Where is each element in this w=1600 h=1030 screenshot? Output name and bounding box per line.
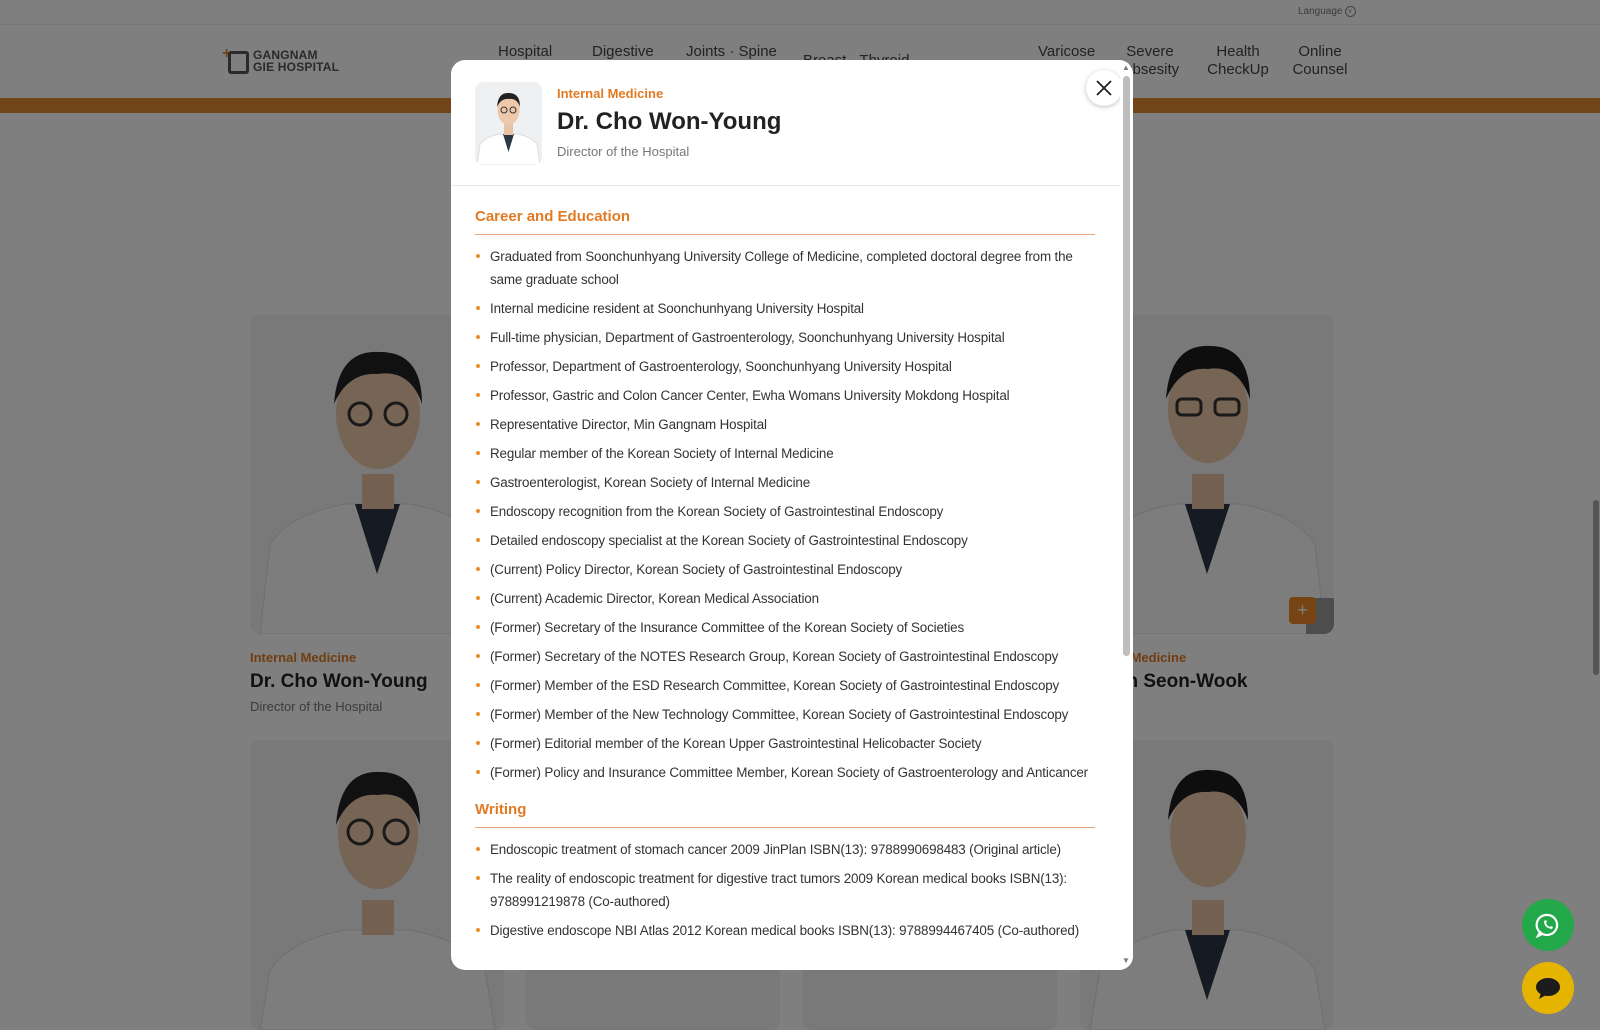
modal-doctor-name: Dr. Cho Won-Young xyxy=(557,108,782,135)
doctor-profile-modal: Internal Medicine Dr. Cho Won-Young Dire… xyxy=(451,60,1133,970)
whatsapp-button[interactable] xyxy=(1522,899,1574,951)
list-item: (Former) Editorial member of the Korean … xyxy=(475,732,1095,755)
list-item: Endoscopy recognition from the Korean So… xyxy=(475,500,1095,523)
close-icon xyxy=(1096,80,1112,96)
list-item: (Former) Member of the New Technology Co… xyxy=(475,703,1095,726)
whatsapp-icon xyxy=(1535,913,1559,938)
page-scrollbar[interactable] xyxy=(1593,500,1599,675)
list-item: Digestive endoscope NBI Atlas 2012 Korea… xyxy=(475,919,1095,942)
modal-scrollbar-thumb[interactable] xyxy=(1123,76,1130,656)
list-item: (Current) Policy Director, Korean Societ… xyxy=(475,558,1095,581)
list-item: Professor, Department of Gastroenterolog… xyxy=(475,355,1095,378)
scroll-up-arrow-icon[interactable]: ▲ xyxy=(1122,63,1130,72)
close-button[interactable] xyxy=(1086,70,1122,106)
list-item: Regular member of the Korean Society of … xyxy=(475,442,1095,465)
list-item: Graduated from Soonchunhyang University … xyxy=(475,245,1095,291)
writing-list: Endoscopic treatment of stomach cancer 2… xyxy=(475,838,1095,942)
list-item: The reality of endoscopic treatment for … xyxy=(475,867,1095,913)
doctor-thumbnail xyxy=(475,82,542,165)
list-item: Gastroenterologist, Korean Society of In… xyxy=(475,471,1095,494)
modal-department: Internal Medicine xyxy=(557,86,664,101)
chat-bubble-icon xyxy=(1536,978,1560,999)
list-item: Representative Director, Min Gangnam Hos… xyxy=(475,413,1095,436)
modal-body[interactable]: Career and Education Graduated from Soon… xyxy=(475,208,1095,948)
list-item: (Former) Secretary of the NOTES Research… xyxy=(475,645,1095,668)
modal-header: Internal Medicine Dr. Cho Won-Young Dire… xyxy=(451,60,1133,186)
modal-doctor-title: Director of the Hospital xyxy=(557,144,690,159)
career-section-title: Career and Education xyxy=(475,208,1095,235)
scroll-down-arrow-icon[interactable]: ▼ xyxy=(1122,956,1130,965)
list-item: Full-time physician, Department of Gastr… xyxy=(475,326,1095,349)
list-item: Internal medicine resident at Soonchunhy… xyxy=(475,297,1095,320)
writing-section-title: Writing xyxy=(475,801,1095,828)
list-item: (Former) Secretary of the Insurance Comm… xyxy=(475,616,1095,639)
list-item: (Former) Policy and Insurance Committee … xyxy=(475,761,1095,784)
list-item: (Current) Academic Director, Korean Medi… xyxy=(475,587,1095,610)
career-list: Graduated from Soonchunhyang University … xyxy=(475,245,1095,784)
chat-button[interactable] xyxy=(1522,962,1574,1014)
list-item: Endoscopic treatment of stomach cancer 2… xyxy=(475,838,1095,861)
list-item: Professor, Gastric and Colon Cancer Cent… xyxy=(475,384,1095,407)
list-item: Detailed endoscopy specialist at the Kor… xyxy=(475,529,1095,552)
list-item: (Former) Member of the ESD Research Comm… xyxy=(475,674,1095,697)
